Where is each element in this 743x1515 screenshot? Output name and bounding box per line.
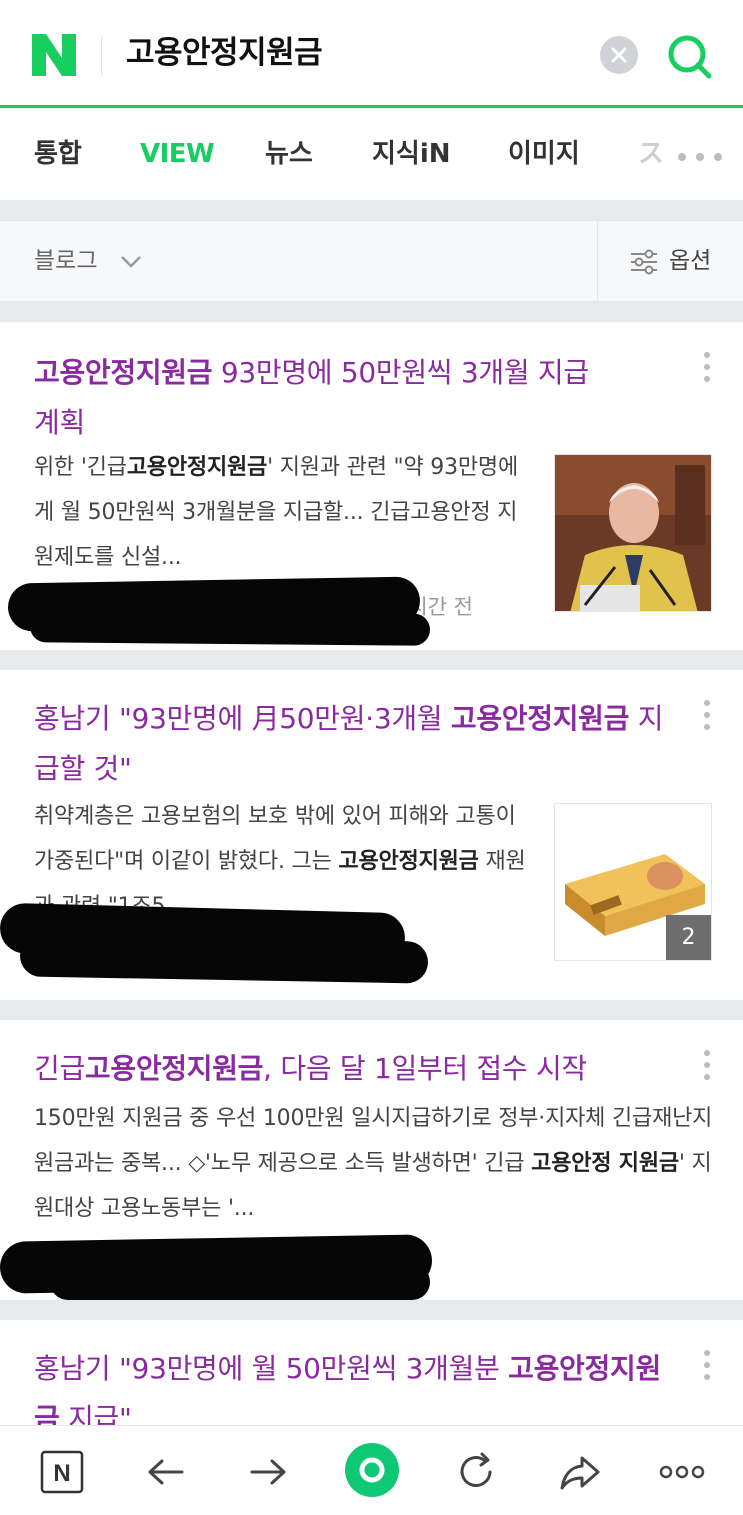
redaction-mark xyxy=(29,610,431,646)
redaction-mark xyxy=(50,1264,430,1300)
desc-keyword: 고용안정지원금 xyxy=(126,455,268,480)
sliders-icon xyxy=(631,249,657,275)
title-text: 홍남기 "93만명에 月50만원·3개월 xyxy=(34,702,451,735)
desc-text: 위한 '긴급 xyxy=(34,455,127,480)
official-photo-icon xyxy=(555,455,711,611)
browser-toolbar: N xyxy=(0,1425,743,1515)
result-title[interactable]: 긴급고용안정지원금, 다음 달 1일부터 접수 시작 xyxy=(34,1044,684,1094)
refresh-icon[interactable] xyxy=(452,1448,500,1496)
search-input[interactable]: 고용안정지원금 xyxy=(126,30,323,76)
svg-text:N: N xyxy=(53,1460,70,1487)
tab-knowledge-in[interactable]: 지식iN xyxy=(372,134,451,174)
naver-logo-icon[interactable] xyxy=(32,34,76,76)
result-card[interactable]: 고용안정지원금 93만명에 50만원씩 3개월 지급 계획 위한 '긴급고용안정… xyxy=(0,322,743,650)
title-text: 계획 xyxy=(34,406,85,439)
result-card[interactable]: 홍남기 "93만명에 月50만원·3개월 고용안정지원금 지급할 것" 취약계층… xyxy=(0,670,743,1000)
more-options-icon[interactable] xyxy=(700,1350,714,1390)
clear-search-button[interactable] xyxy=(600,36,638,74)
title-keyword: 고용안정지원금 xyxy=(34,356,213,389)
desc-keyword: 고용안정지원금 xyxy=(338,849,479,874)
result-thumbnail[interactable]: 2 xyxy=(554,803,712,961)
filter-bar: 블로그 옵션 xyxy=(0,220,743,302)
result-thumbnail[interactable] xyxy=(554,454,712,612)
tab-news[interactable]: 뉴스 xyxy=(265,134,313,174)
home-icon[interactable]: N xyxy=(38,1448,86,1496)
share-icon[interactable] xyxy=(556,1448,604,1496)
forward-arrow-icon[interactable] xyxy=(244,1448,292,1496)
result-title[interactable]: 홍남기 "93만명에 月50만원·3개월 고용안정지원금 지급할 것" xyxy=(34,694,674,794)
chevron-down-icon[interactable] xyxy=(119,251,143,271)
header-divider xyxy=(101,36,102,76)
search-tabs: 통합 VIEW 뉴스 지식iN 이미지 ス xyxy=(0,108,743,200)
close-icon xyxy=(611,47,627,63)
title-text: , 다음 달 1일부터 접수 시작 xyxy=(263,1052,587,1085)
filter-divider xyxy=(597,221,598,301)
result-title[interactable]: 고용안정지원금 93만명에 50만원씩 3개월 지급 계획 xyxy=(34,348,674,448)
tab-integrated[interactable]: 통합 xyxy=(34,134,82,174)
result-card[interactable]: 긴급고용안정지원금, 다음 달 1일부터 접수 시작 150만원 지원금 중 우… xyxy=(0,1020,743,1300)
more-options-icon[interactable] xyxy=(700,352,714,392)
more-icon[interactable] xyxy=(658,1448,706,1496)
back-arrow-icon[interactable] xyxy=(142,1448,190,1496)
image-count-badge: 2 xyxy=(666,915,711,960)
result-description: 위한 '긴급고용안정지원금' 지원과 관련 "약 93만명에게 월 50만원씩 … xyxy=(34,445,529,580)
tab-view[interactable]: VIEW xyxy=(140,134,215,174)
title-text: 긴급 xyxy=(34,1052,85,1085)
tab-partial[interactable]: ス xyxy=(638,134,664,174)
blog-filter-dropdown[interactable]: 블로그 xyxy=(34,241,97,281)
redaction-mark xyxy=(19,934,429,984)
more-options-icon[interactable] xyxy=(700,700,714,740)
title-text: 93만명에 50만원씩 3개월 지급 xyxy=(212,356,589,389)
search-header: 고용안정지원금 xyxy=(0,0,743,108)
naver-home-icon: N xyxy=(40,1450,84,1494)
tab-images[interactable]: 이미지 xyxy=(508,134,580,174)
result-description: 150만원 지원금 중 우선 100만원 일시지급하기로 정부·지자체 긴급재난… xyxy=(34,1096,714,1231)
title-text: 홍남기 "93만명에 월 50만원씩 3개월분 xyxy=(34,1352,509,1385)
more-tabs-icon[interactable] xyxy=(676,152,724,162)
desc-keyword: 고용안정 지원금 xyxy=(531,1151,679,1176)
options-label: 옵션 xyxy=(669,248,712,274)
more-options-icon[interactable] xyxy=(700,1050,714,1090)
green-dot-icon[interactable] xyxy=(344,1442,400,1498)
options-button[interactable]: 옵션 xyxy=(629,241,729,281)
title-keyword: 고용안정지원금 xyxy=(450,702,630,735)
result-card[interactable]: 홍남기 "93만명에 월 50만원씩 3개월분 고용안정지원금 지급" xyxy=(0,1320,743,1425)
search-icon[interactable] xyxy=(665,32,715,82)
title-keyword: 고용안정지원금 xyxy=(84,1052,264,1085)
title-text: 지급" xyxy=(59,1402,132,1425)
result-title[interactable]: 홍남기 "93만명에 월 50만원씩 3개월분 고용안정지원금 지급" xyxy=(34,1344,674,1425)
